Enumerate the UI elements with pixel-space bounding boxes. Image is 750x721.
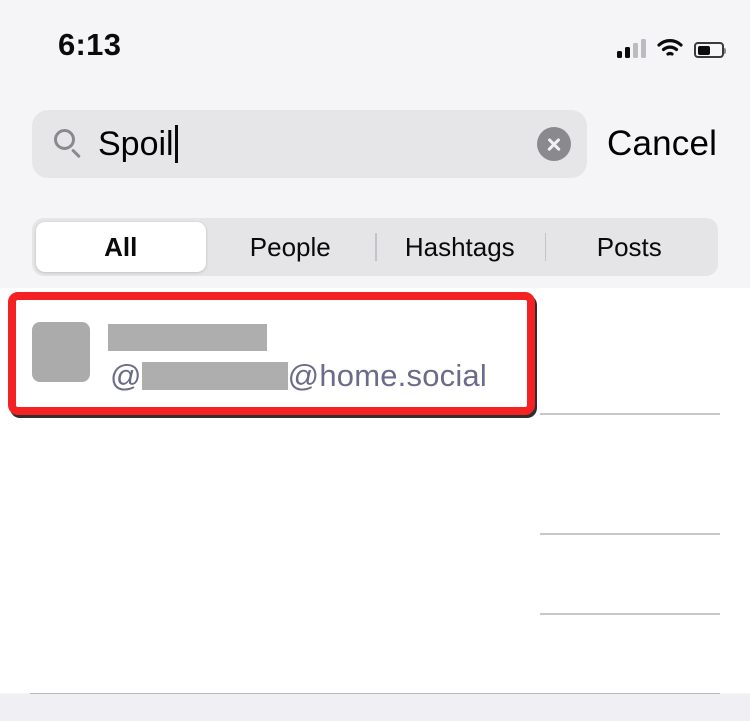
handle-prefix: @ (110, 358, 142, 393)
tab-hashtags-label: Hashtags (404, 231, 515, 262)
tab-posts[interactable]: Posts (544, 222, 715, 272)
status-icons (617, 30, 726, 58)
tab-divider (375, 233, 377, 261)
row-divider (540, 613, 720, 615)
tab-all[interactable]: All (36, 222, 206, 272)
search-input-value: Spoil (98, 125, 174, 163)
avatar (32, 322, 90, 382)
text-caret (174, 125, 178, 163)
row-divider (540, 533, 720, 535)
result-display-name (108, 324, 267, 351)
tab-all-label: All (104, 231, 138, 262)
cancel-button[interactable]: Cancel (607, 124, 717, 164)
search-input[interactable]: Spoil (32, 110, 587, 178)
tab-people-label: People (249, 231, 331, 262)
search-scope-tabs: All People Hashtags Posts (32, 218, 718, 276)
footer-area (0, 694, 750, 721)
search-row: Spoil Cancel (0, 110, 750, 180)
tab-people[interactable]: People (206, 222, 376, 272)
tab-divider (544, 233, 546, 261)
handle-domain: @home.social (287, 358, 487, 393)
battery-icon (694, 42, 726, 58)
cellular-signal-icon (617, 38, 646, 58)
result-handle: @ @home.social (110, 358, 487, 394)
status-bar: 6:13 (0, 0, 750, 92)
status-time: 6:13 (58, 27, 122, 62)
tab-hashtags[interactable]: Hashtags (375, 222, 545, 272)
search-icon (54, 129, 84, 159)
handle-redacted-block (141, 362, 288, 390)
phone-screen: 6:13 Spoil Cancel All People Hashtags Po… (0, 0, 750, 721)
clear-circle-x-icon[interactable] (537, 127, 571, 161)
battery-fill (697, 45, 711, 55)
tab-posts-label: Posts (596, 231, 662, 262)
wifi-icon (657, 38, 683, 58)
row-divider (540, 413, 720, 415)
